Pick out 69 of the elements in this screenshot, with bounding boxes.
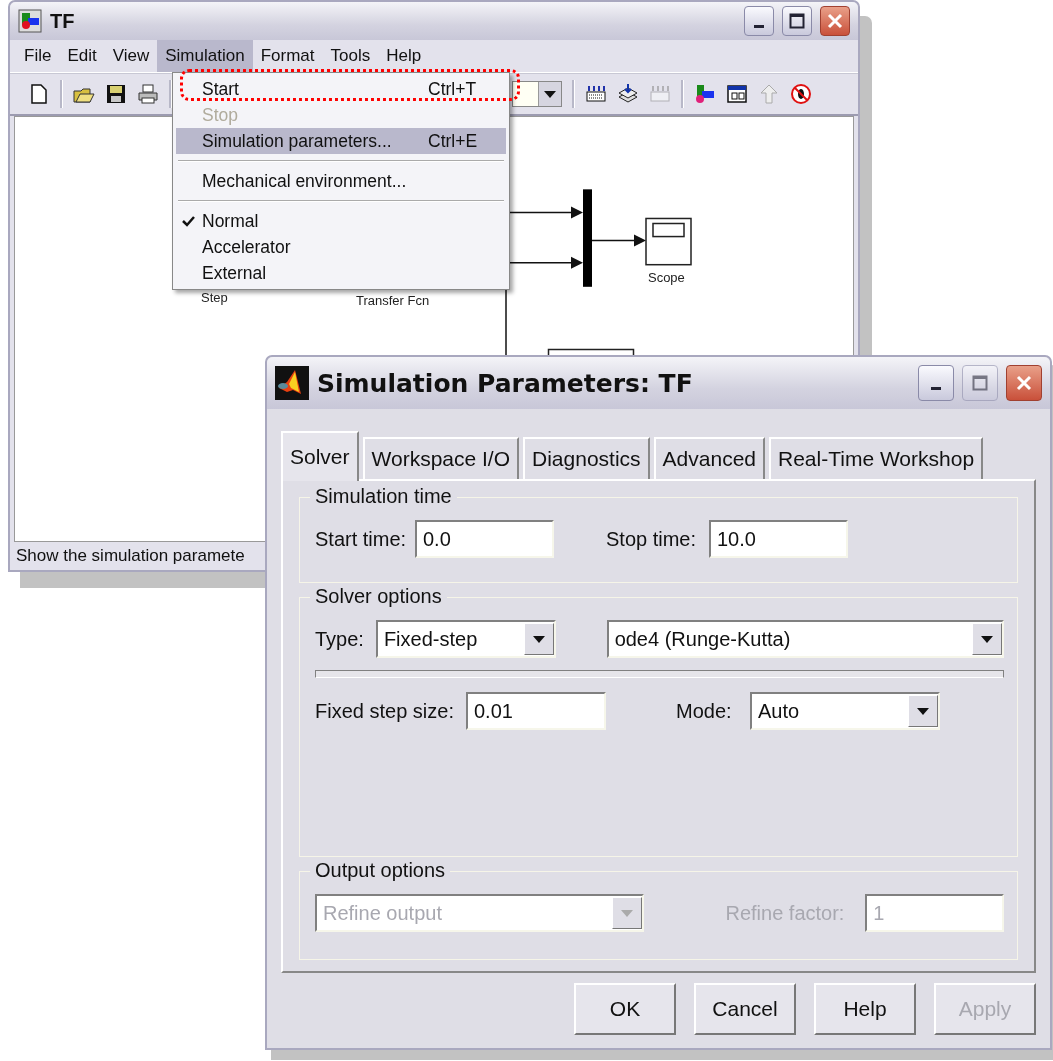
model-icon [18,9,42,33]
group-title: Solver options [310,585,447,608]
dropdown-field[interactable]: Fixed-step [375,620,556,658]
dialog-title: Simulation Parameters: TF [317,368,694,398]
window-title: TF [50,9,76,33]
field-label: Fixed step size: [315,699,455,723]
menu-item[interactable]: File [16,40,60,72]
minimize-icon [754,24,764,28]
close-icon [1016,375,1032,391]
stack-icon[interactable] [617,83,639,105]
close-button[interactable] [1006,365,1042,401]
printer-icon[interactable] [137,83,159,105]
dropdown-field[interactable]: Auto [750,692,940,730]
menu-item[interactable]: Tools [322,40,379,72]
group-title: Output options [310,859,451,882]
tab[interactable]: Workspace I/O [362,437,520,479]
menu-item[interactable]: Edit [59,40,105,72]
dropdown-arrow-icon [532,635,545,643]
dialog-button[interactable]: Cancel [694,983,796,1035]
minimize-button[interactable] [918,365,954,401]
tab[interactable]: Advanced [653,437,765,479]
status-text: Show the simulation paramete [15,545,246,567]
tab[interactable]: Solver [281,431,359,481]
menu-item[interactable]: Normal [176,208,506,234]
maximize-icon [972,375,988,391]
block-label: Step [201,289,228,305]
menu-item[interactable]: Help [378,40,430,72]
dialog-button[interactable]: Help [814,983,916,1035]
menu-item[interactable]: Accelerator [176,234,506,260]
close-button[interactable] [820,6,850,36]
menu-item[interactable]: External [176,260,506,286]
dropdown-arrow-icon [917,707,929,715]
block-label: Scope [648,269,685,285]
block[interactable] [547,348,635,356]
library-icon[interactable] [585,83,607,105]
close-icon [827,13,843,29]
maximize-icon [789,13,805,29]
tab[interactable]: Real-Time Workshop [769,437,984,479]
maximize-button[interactable] [782,6,812,36]
model-icon[interactable] [694,83,716,105]
dropdown-arrow-icon [981,635,993,643]
field-label: Mode: [676,699,733,723]
menu-item[interactable]: Start Ctrl+T [176,76,506,102]
field-label: Stop time: [606,527,698,551]
input-field[interactable]: 0.01 [466,692,606,730]
input-field[interactable]: 0.0 [415,520,554,558]
peak-logo-icon [275,366,309,400]
signal-arrow [591,234,646,247]
input-field[interactable]: 10.0 [709,520,848,558]
minimize-icon [931,386,941,390]
dialog-button[interactable]: OK [574,983,676,1035]
dropdown-field[interactable]: ode4 (Runge-Kutta) [606,620,1004,658]
minimize-button[interactable] [744,6,774,36]
scope-block[interactable] [645,217,692,266]
block-label: Transfer Fcn [356,292,430,308]
menu-item[interactable]: Format [252,40,323,72]
menu-item[interactable]: Mechanical environment... [176,168,506,194]
field-label: Type: [315,627,365,651]
menu-item[interactable]: Simulation parameters... Ctrl+E [176,128,506,154]
new-file-icon[interactable] [28,83,50,105]
tab[interactable]: Diagnostics [523,437,650,479]
dropdown-arrow-icon [544,90,556,98]
zoom-dropdown[interactable] [512,81,562,107]
window-icon[interactable] [726,83,748,105]
dropdown-arrow-icon [621,909,634,917]
field-label: Start time: [315,527,407,551]
menu-item[interactable]: View [104,40,158,72]
save-icon[interactable] [105,83,127,105]
menu-item[interactable]: Simulation [157,40,253,72]
